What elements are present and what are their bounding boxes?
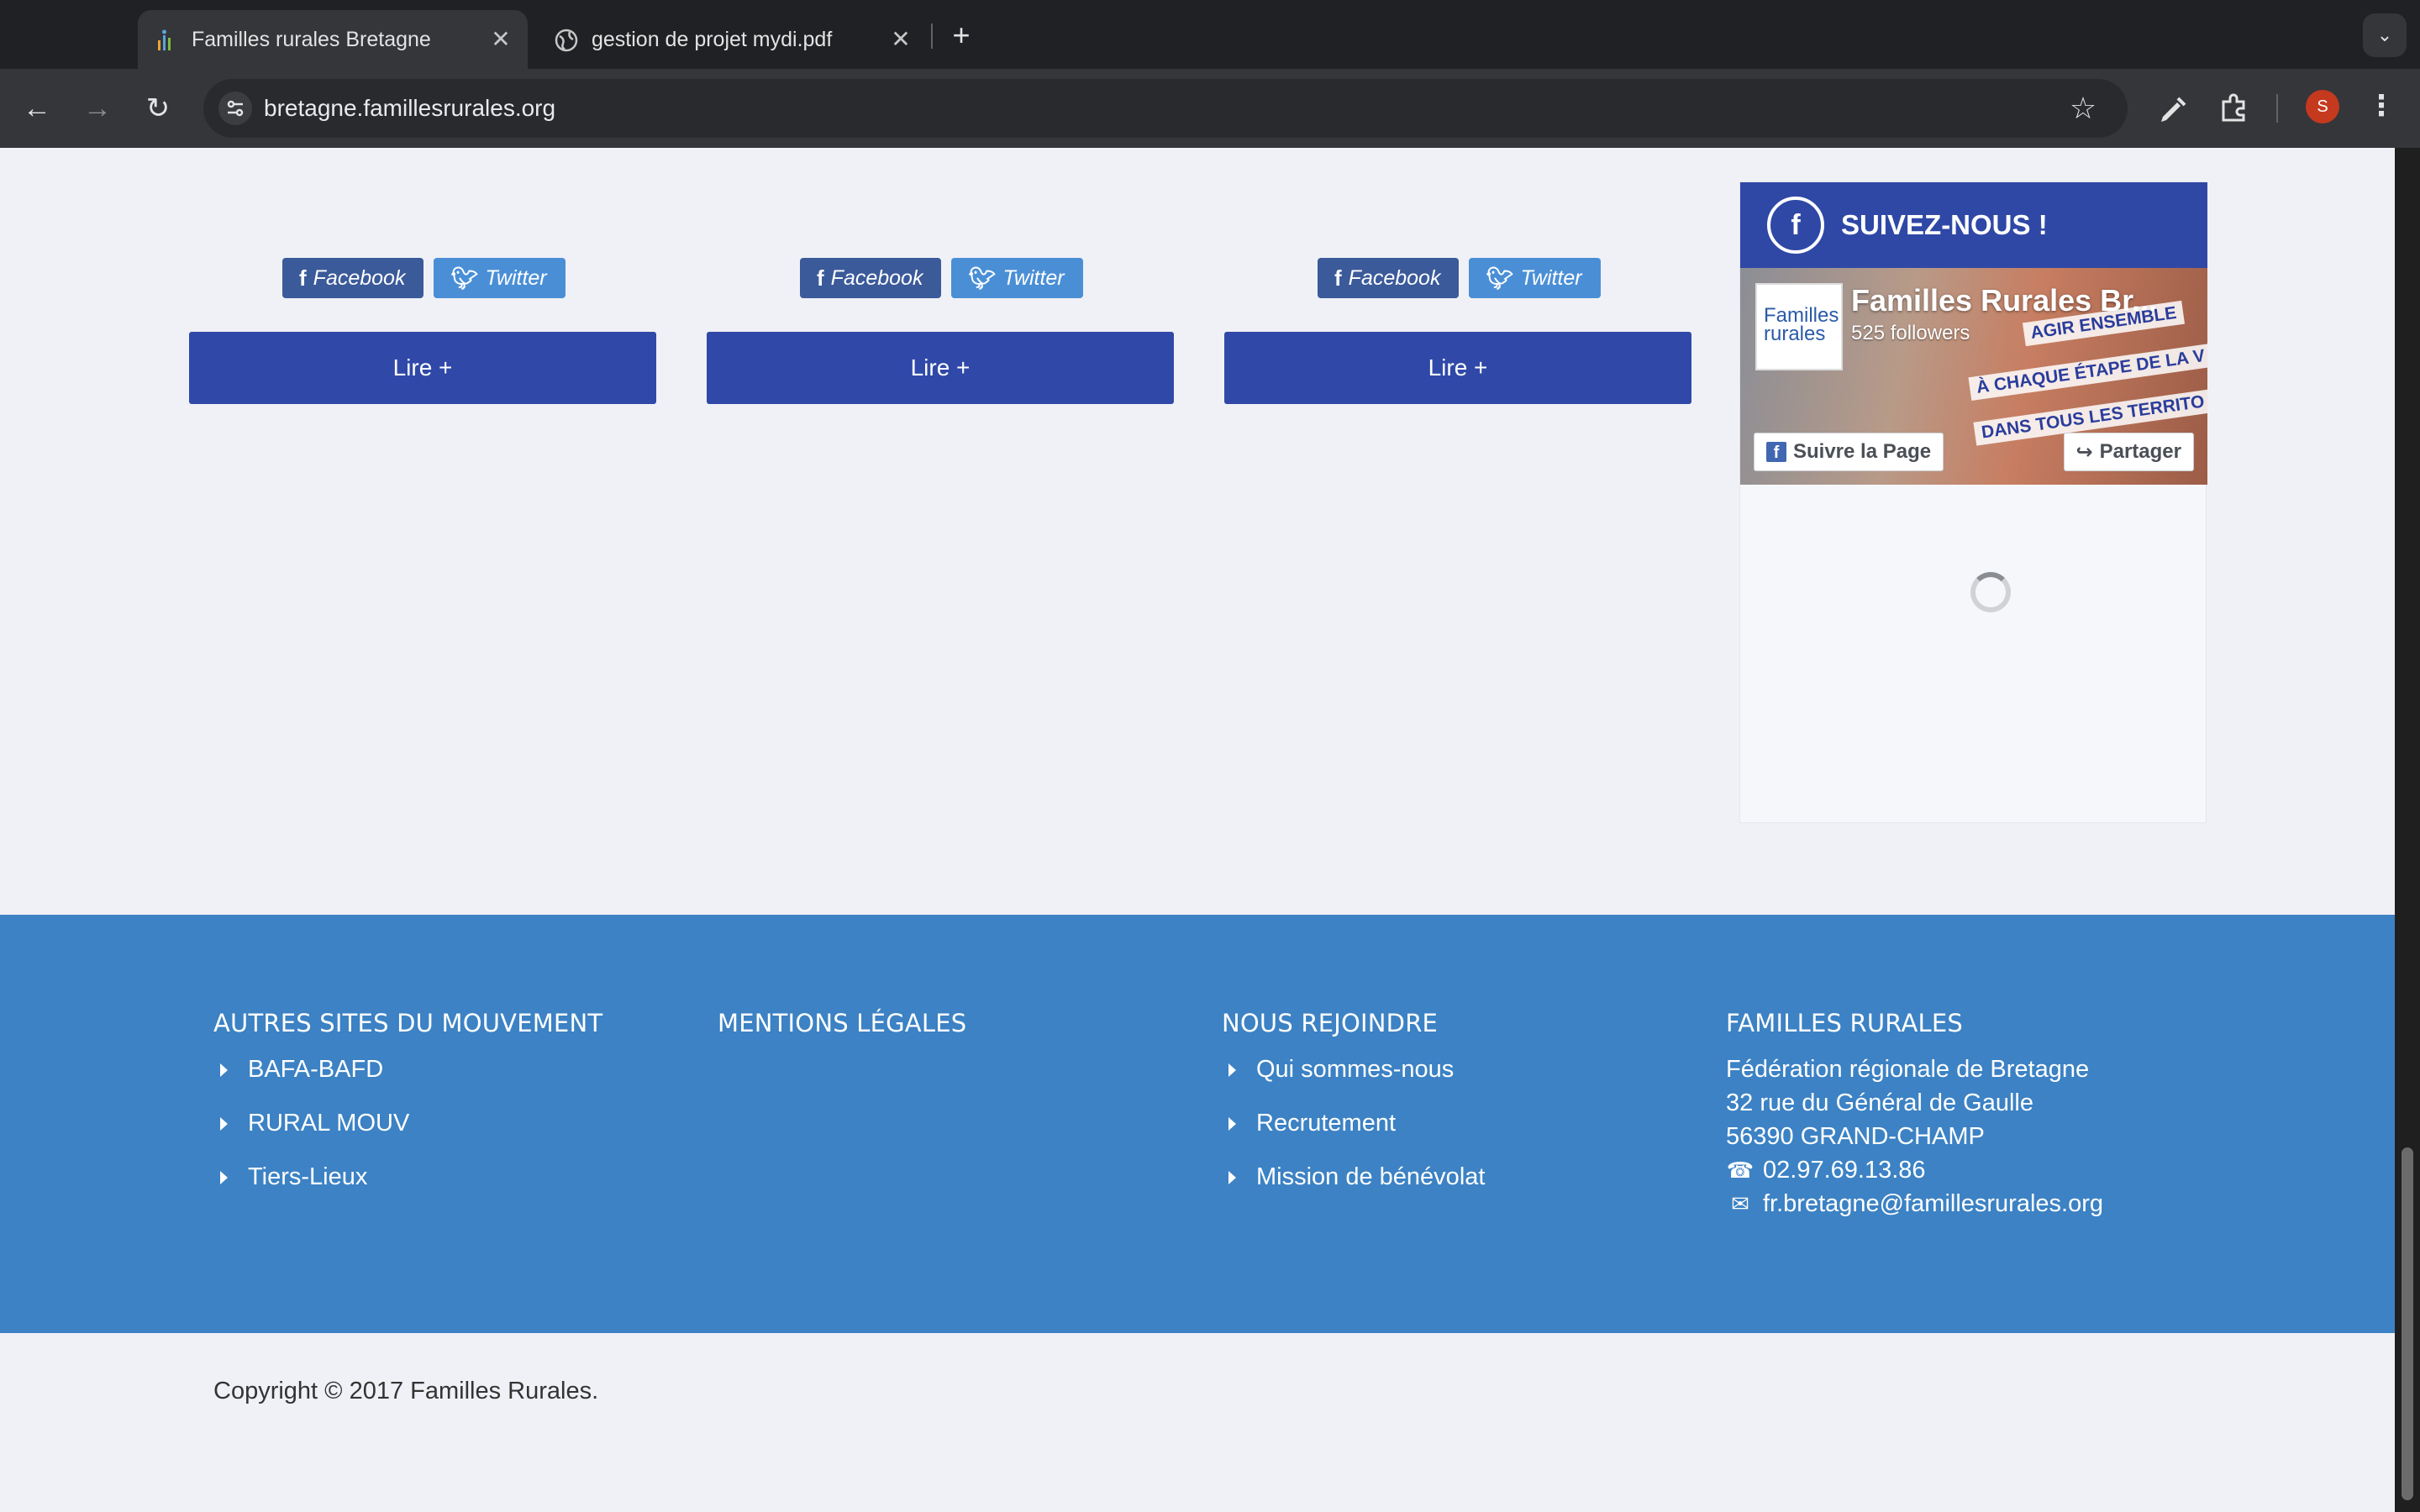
facebook-followers: 525 followers bbox=[1851, 322, 1970, 344]
forward-arrow-icon[interactable]: → bbox=[76, 87, 119, 130]
footer-link-bafa[interactable]: BAFA-BAFD bbox=[213, 1056, 383, 1084]
browser-menu-icon[interactable]: ⋮ bbox=[2365, 84, 2398, 128]
page-viewport: f Facebook 🐦︎ Twitter Lire + f Facebook … bbox=[0, 148, 2395, 1512]
article-share-row: f Facebook 🐦︎ Twitter bbox=[800, 258, 1083, 298]
scrollbar-thumb[interactable] bbox=[2402, 1147, 2413, 1500]
tab-title: Familles rurales Bretagne bbox=[192, 28, 431, 51]
share-twitter-label: Twitter bbox=[1002, 265, 1065, 290]
twitter-bird-icon: 🐦︎ bbox=[1486, 265, 1514, 291]
familles-rurales-logo[interactable]: Familles rurales bbox=[1755, 283, 1843, 370]
address-line: 56390 GRAND-CHAMP bbox=[1726, 1123, 1985, 1150]
page-scrollbar[interactable] bbox=[2395, 148, 2420, 1512]
tab-bar: Familles rurales Bretagne ✕ gestion de p… bbox=[0, 0, 2420, 69]
footer-link-qui-sommes-nous[interactable]: Qui sommes-nous bbox=[1222, 1056, 1454, 1084]
article-share-row: f Facebook 🐦︎ Twitter bbox=[282, 258, 566, 298]
phone-line[interactable]: ☎ 02.97.69.13.86 bbox=[1726, 1157, 1926, 1184]
twitter-bird-icon: 🐦︎ bbox=[450, 265, 479, 291]
url-text[interactable]: bretagne.famillesrurales.org bbox=[264, 79, 555, 138]
footer-heading: FAMILLES RURALES bbox=[1726, 1009, 1963, 1037]
close-tab-icon[interactable]: ✕ bbox=[486, 24, 516, 55]
share-facebook-button[interactable]: f Facebook bbox=[1318, 258, 1460, 298]
share-arrow-icon: ↪ bbox=[2075, 440, 2093, 464]
close-tab-icon[interactable]: ✕ bbox=[886, 24, 916, 55]
facebook-page-card[interactable]: Familles rurales Familles Rurales Br... … bbox=[1740, 268, 2207, 485]
caret-right-icon bbox=[1228, 1116, 1236, 1131]
tab-search-chevron-icon[interactable]: ⌄ bbox=[2363, 13, 2407, 57]
footer-link-tiers-lieux[interactable]: Tiers-Lieux bbox=[213, 1163, 367, 1191]
back-arrow-icon[interactable]: ← bbox=[15, 87, 59, 130]
footer-link-rural-mouv[interactable]: RURAL MOUV bbox=[213, 1110, 409, 1137]
browser-toolbar: ← → ↻ bretagne.famillesrurales.org ☆ bbox=[0, 69, 2420, 148]
footer-heading: AUTRES SITES DU MOUVEMENT bbox=[213, 1009, 603, 1037]
phone-number[interactable]: 02.97.69.13.86 bbox=[1763, 1157, 1926, 1184]
profile-avatar[interactable]: S bbox=[2306, 90, 2339, 123]
facebook-icon: f bbox=[1766, 442, 1786, 462]
read-more-button[interactable]: Lire + bbox=[189, 332, 656, 404]
copyright-text: Copyright © 2017 Familles Rurales. bbox=[213, 1378, 599, 1404]
pen-icon[interactable] bbox=[2149, 87, 2193, 130]
footer-heading-mentions-legales[interactable]: MENTIONS LÉGALES bbox=[718, 1009, 966, 1037]
tab-familles-rurales[interactable]: Familles rurales Bretagne ✕ bbox=[138, 10, 528, 69]
tab-title: gestion de projet mydi.pdf bbox=[592, 28, 833, 51]
social-widget-header: f SUIVEZ-NOUS ! bbox=[1740, 182, 2207, 268]
share-page-button[interactable]: ↪ Partager bbox=[2063, 433, 2194, 471]
address-bar[interactable]: bretagne.famillesrurales.org ☆ bbox=[203, 79, 2128, 138]
new-tab-button[interactable]: + bbox=[943, 17, 980, 54]
facebook-twitter-icon: f bbox=[1767, 197, 1824, 254]
site-settings-icon[interactable] bbox=[218, 92, 252, 125]
phone-icon: ☎ bbox=[1726, 1158, 1754, 1183]
share-facebook-label: Facebook bbox=[830, 265, 923, 290]
facebook-icon: f bbox=[299, 265, 307, 291]
bookmark-star-icon[interactable]: ☆ bbox=[2062, 87, 2104, 129]
footer-heading: NOUS REJOINDRE bbox=[1222, 1009, 1439, 1037]
read-more-button[interactable]: Lire + bbox=[1224, 332, 1691, 404]
caret-right-icon bbox=[220, 1170, 228, 1184]
social-follow-widget: f SUIVEZ-NOUS ! Familles rurales Famille… bbox=[1739, 181, 2207, 823]
site-favicon-icon bbox=[158, 29, 171, 50]
email-line[interactable]: ✉ fr.bretagne@famillesrurales.org bbox=[1726, 1190, 2103, 1218]
share-twitter-label: Twitter bbox=[1520, 265, 1582, 290]
share-facebook-button[interactable]: f Facebook bbox=[282, 258, 424, 298]
follow-page-button[interactable]: f Suivre la Page bbox=[1754, 433, 1944, 471]
share-facebook-button[interactable]: f Facebook bbox=[800, 258, 942, 298]
follow-page-label: Suivre la Page bbox=[1793, 440, 1932, 463]
address-line: Fédération régionale de Bretagne bbox=[1726, 1056, 2090, 1083]
tab-separator bbox=[931, 24, 933, 49]
share-twitter-button[interactable]: 🐦︎ Twitter bbox=[1469, 258, 1601, 298]
cover-banner-text: À CHAQUE ÉTAPE DE LA V bbox=[1968, 343, 2207, 402]
share-twitter-button[interactable]: 🐦︎ Twitter bbox=[434, 258, 566, 298]
facebook-icon: f bbox=[1334, 265, 1342, 291]
read-more-button[interactable]: Lire + bbox=[707, 332, 1174, 404]
envelope-icon: ✉ bbox=[1731, 1191, 1749, 1216]
facebook-icon: f bbox=[817, 265, 824, 291]
toolbar-divider bbox=[2276, 94, 2278, 123]
extensions-puzzle-icon[interactable] bbox=[2212, 87, 2255, 130]
share-page-label: Partager bbox=[2099, 440, 2181, 463]
loading-spinner-icon bbox=[1970, 572, 2011, 612]
footer-link-recrutement[interactable]: Recrutement bbox=[1222, 1110, 1396, 1137]
caret-right-icon bbox=[220, 1116, 228, 1131]
site-footer: AUTRES SITES DU MOUVEMENT BAFA-BAFD RURA… bbox=[0, 915, 2395, 1333]
twitter-bird-icon: 🐦︎ bbox=[968, 265, 997, 291]
caret-right-icon bbox=[1228, 1063, 1236, 1077]
globe-icon bbox=[555, 29, 578, 52]
email-address[interactable]: fr.bretagne@famillesrurales.org bbox=[1763, 1190, 2103, 1218]
social-widget-title: SUIVEZ-NOUS ! bbox=[1841, 209, 2048, 240]
share-twitter-button[interactable]: 🐦︎ Twitter bbox=[951, 258, 1083, 298]
share-facebook-label: Facebook bbox=[1348, 265, 1441, 290]
caret-right-icon bbox=[1228, 1170, 1236, 1184]
address-line: 32 rue du Général de Gaulle bbox=[1726, 1089, 2033, 1116]
footer-link-benevolat[interactable]: Mission de bénévolat bbox=[1222, 1163, 1485, 1191]
tab-pdf[interactable]: gestion de projet mydi.pdf ✕ bbox=[538, 10, 928, 69]
caret-right-icon bbox=[220, 1063, 228, 1077]
share-facebook-label: Facebook bbox=[313, 265, 406, 290]
share-twitter-label: Twitter bbox=[485, 265, 547, 290]
reload-icon[interactable]: ↻ bbox=[136, 87, 180, 130]
article-share-row: f Facebook 🐦︎ Twitter bbox=[1318, 258, 1601, 298]
